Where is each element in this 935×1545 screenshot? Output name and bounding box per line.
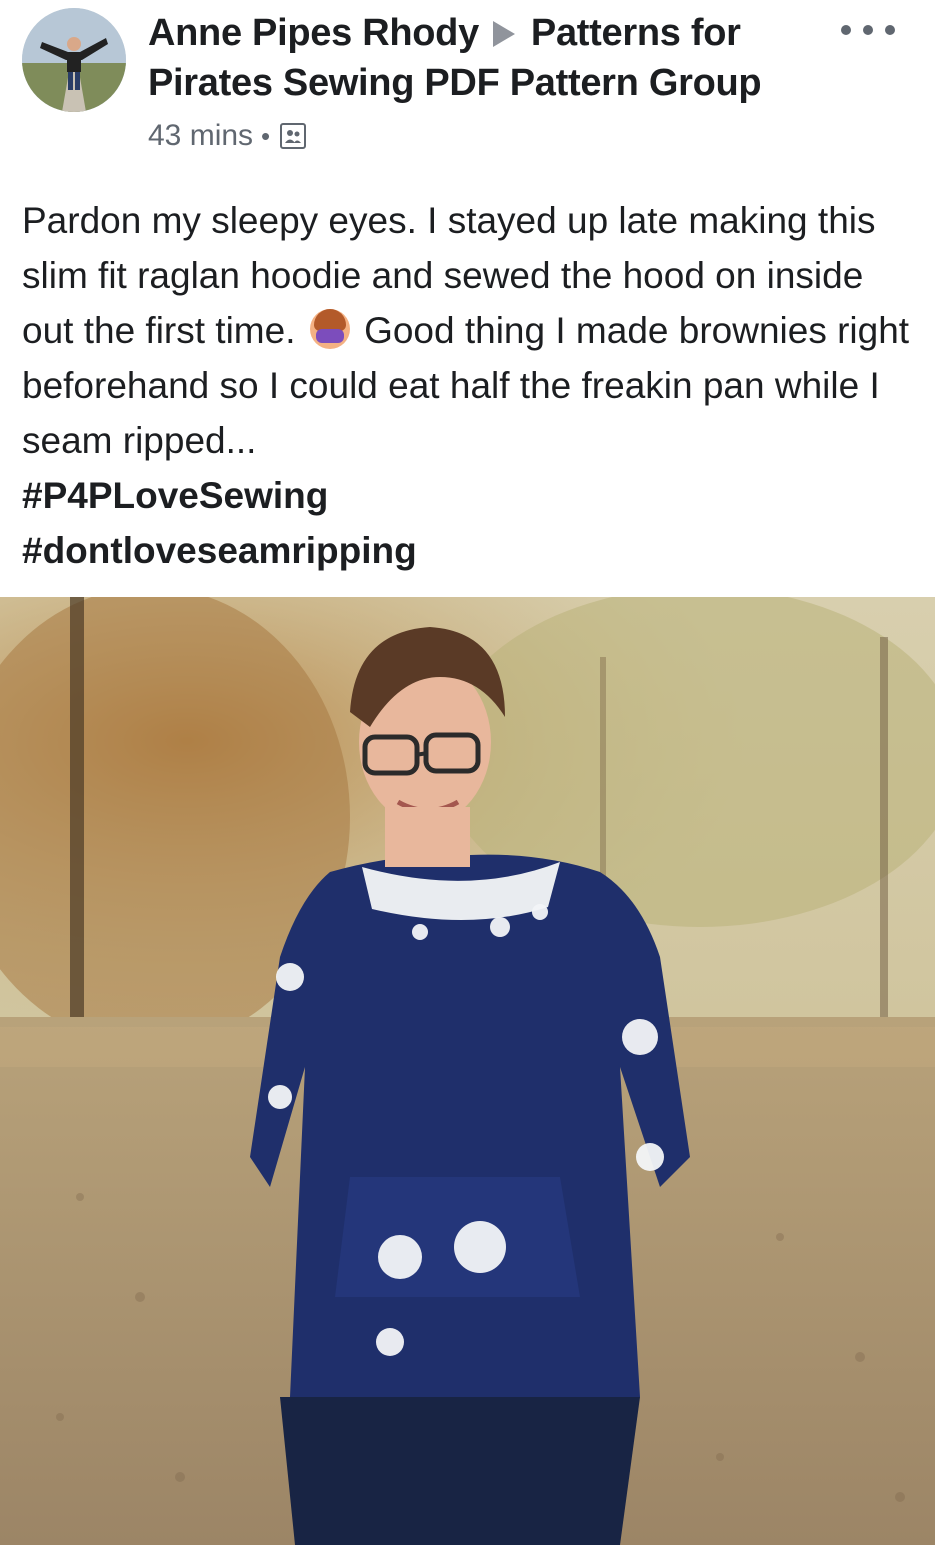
group-members-icon bbox=[280, 123, 307, 149]
timestamp-link[interactable]: 43 mins bbox=[148, 118, 253, 154]
shared-to-arrow-icon bbox=[492, 21, 515, 47]
author-avatar[interactable] bbox=[22, 8, 126, 112]
photo-image bbox=[0, 597, 935, 1545]
post-meta: 43 mins • bbox=[148, 118, 307, 154]
post-options-button[interactable] bbox=[841, 18, 895, 42]
facebook-post: Anne Pipes Rhody Patterns for Pirates Sew… bbox=[0, 0, 935, 1545]
ellipsis-icon bbox=[863, 25, 873, 35]
woman-facepalming-emoji-icon bbox=[309, 309, 350, 349]
hashtag-link-dontloveseamripping[interactable]: #dontloveseamripping bbox=[22, 523, 917, 578]
post-photo[interactable] bbox=[0, 597, 935, 1545]
ellipsis-icon bbox=[841, 25, 851, 35]
meta-separator: • bbox=[261, 121, 271, 151]
post-message-body: Pardon my sleepy eyes. I stayed up late … bbox=[22, 193, 917, 468]
post-header: Anne Pipes Rhody Patterns for Pirates Sew… bbox=[0, 0, 935, 170]
hashtag-link-p4plovesewing[interactable]: #P4PLoveSewing bbox=[22, 468, 917, 523]
post-message: Pardon my sleepy eyes. I stayed up late … bbox=[22, 193, 917, 578]
avatar-image bbox=[22, 8, 126, 112]
post-title: Anne Pipes Rhody Patterns for Pirates Sew… bbox=[148, 8, 828, 108]
author-name-link[interactable]: Anne Pipes Rhody bbox=[148, 12, 479, 54]
ellipsis-icon bbox=[885, 25, 895, 35]
